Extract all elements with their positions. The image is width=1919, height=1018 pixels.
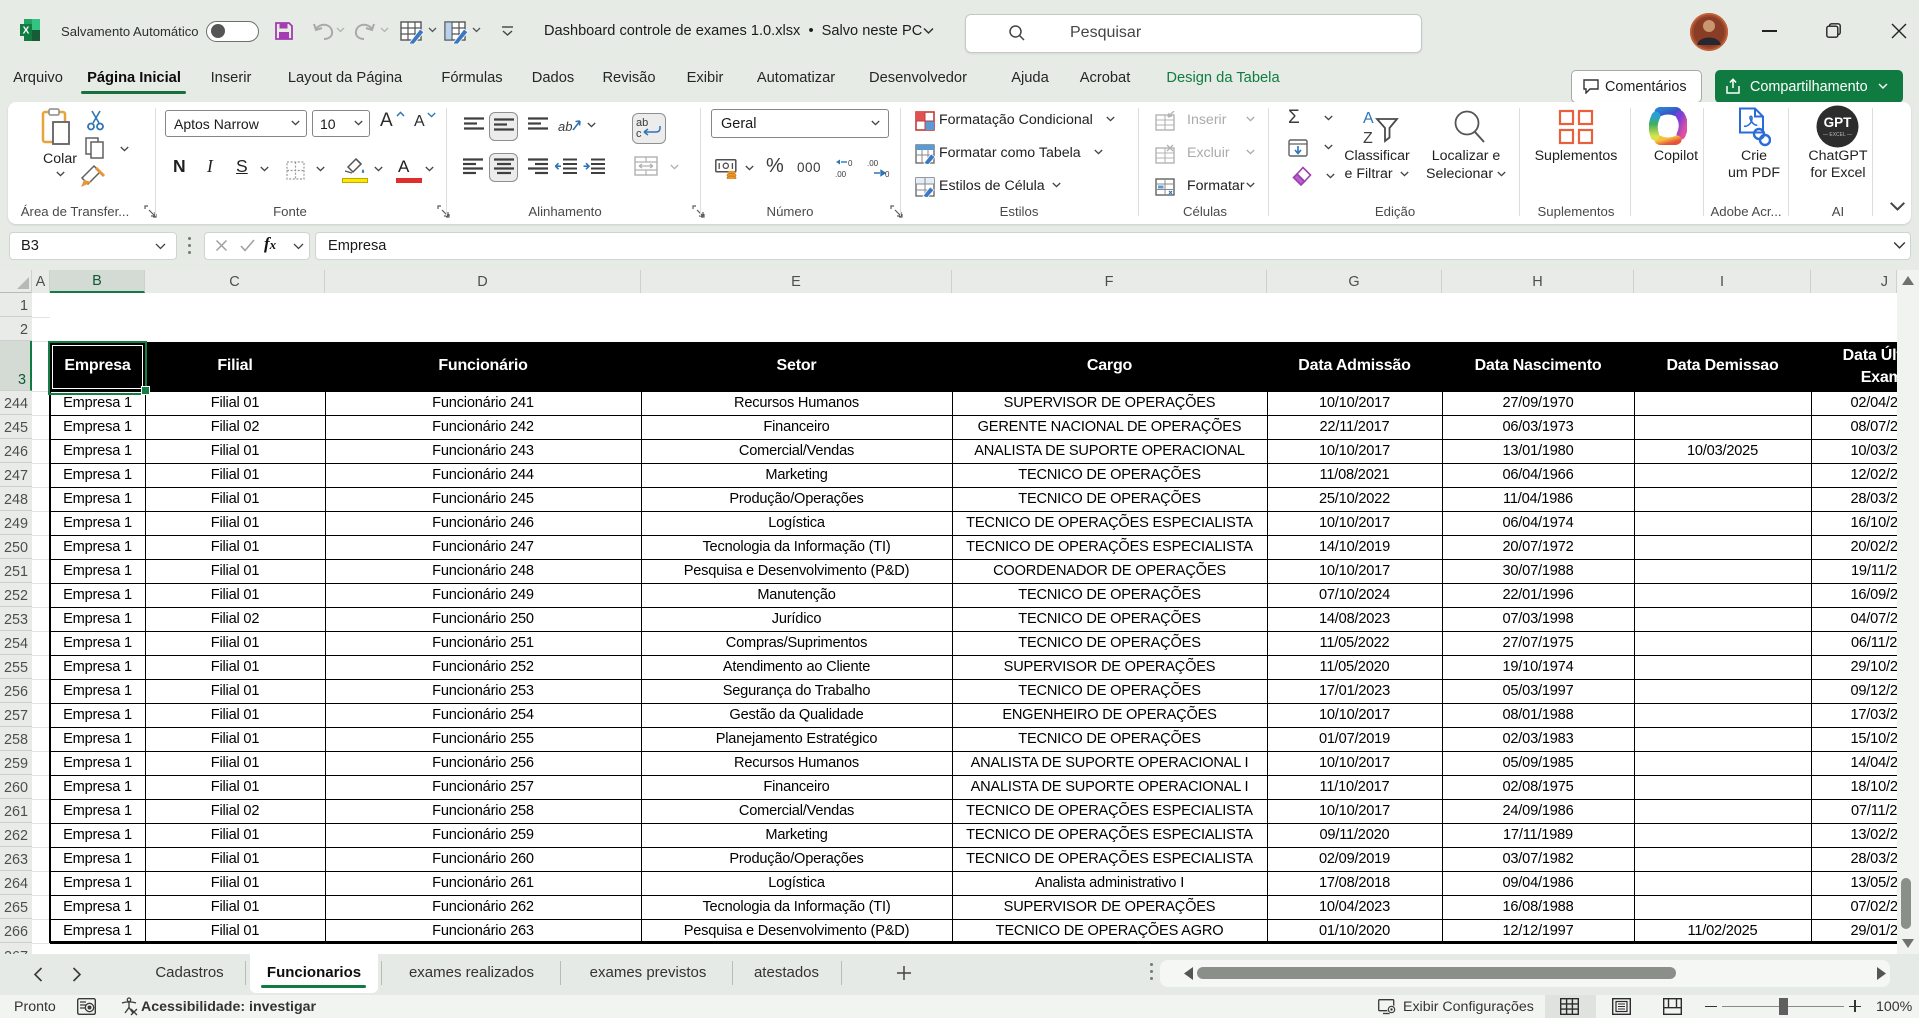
svg-text:c: c (636, 128, 642, 138)
svg-text:ab: ab (558, 119, 572, 134)
svg-text:GPT: GPT (1824, 115, 1853, 130)
svg-text:0: 0 (885, 170, 890, 179)
svg-text:.00: .00 (835, 170, 847, 179)
svg-text:— EXCEL —: — EXCEL — (1823, 132, 1852, 138)
svg-text:0: 0 (848, 159, 853, 168)
svg-text:Z: Z (1363, 130, 1373, 146)
svg-text:X: X (23, 26, 30, 37)
svg-text:A: A (1363, 110, 1374, 127)
svg-text:.00: .00 (867, 159, 879, 168)
